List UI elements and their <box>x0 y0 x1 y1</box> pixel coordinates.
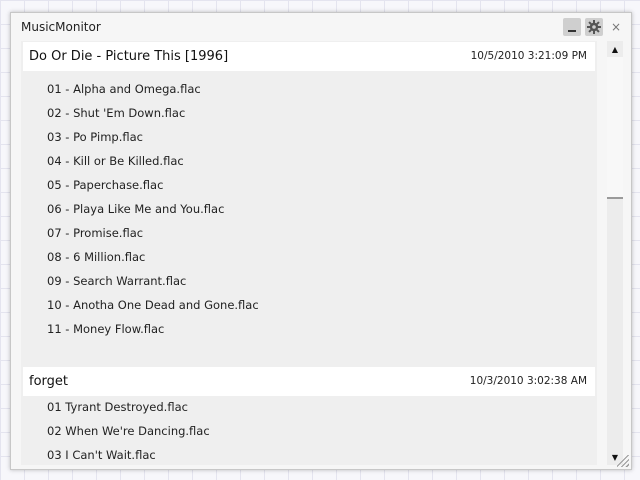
close-icon: × <box>610 20 622 34</box>
vertical-scrollbar[interactable]: ▲ ▼ <box>607 41 623 465</box>
track-item[interactable]: 09 - Search Warrant.flac <box>47 274 186 288</box>
track-item[interactable]: 02 When We're Dancing.flac <box>47 424 210 438</box>
track-item[interactable]: 05 - Paperchase.flac <box>47 178 163 192</box>
album-title: Do Or Die - Picture This [1996] <box>29 49 229 64</box>
track-item[interactable]: 03 I Can't Wait.flac <box>47 448 156 462</box>
album-header[interactable]: Do Or Die - Picture This [1996] 10/5/201… <box>23 42 595 71</box>
close-button[interactable]: × <box>607 18 625 36</box>
resize-grip-icon[interactable] <box>617 455 629 467</box>
track-item[interactable]: 11 - Money Flow.flac <box>47 322 164 336</box>
track-item[interactable]: 10 - Anotha One Dead and Gone.flac <box>47 298 259 312</box>
album-date: 10/5/2010 3:21:09 PM <box>470 50 587 62</box>
minimize-button[interactable] <box>563 18 581 36</box>
track-item[interactable]: 01 Tyrant Destroyed.flac <box>47 400 188 414</box>
album-header[interactable]: forget 10/3/2010 3:02:38 AM <box>23 367 595 396</box>
settings-button[interactable] <box>585 18 603 36</box>
track-item[interactable]: 07 - Promise.flac <box>47 226 143 240</box>
track-item[interactable]: 02 - Shut 'Em Down.flac <box>47 106 185 120</box>
track-item[interactable]: 08 - 6 Million.flac <box>47 250 145 264</box>
arrow-up-icon: ▲ <box>611 44 619 54</box>
track-item[interactable]: 01 - Alpha and Omega.flac <box>47 82 201 96</box>
gear-icon <box>587 20 601 34</box>
track-item[interactable]: 06 - Playa Like Me and You.flac <box>47 202 224 216</box>
title-bar[interactable]: MusicMonitor × <box>11 13 631 41</box>
album-date: 10/3/2010 3:02:38 AM <box>469 375 587 387</box>
track-item[interactable]: 04 - Kill or Be Killed.flac <box>47 154 184 168</box>
music-monitor-window: MusicMonitor × Do Or Die - Picture This … <box>10 12 632 470</box>
window-title: MusicMonitor <box>21 20 101 34</box>
minimize-icon <box>568 30 576 32</box>
track-item[interactable]: 03 - Po Pimp.flac <box>47 130 143 144</box>
scroll-up-button[interactable]: ▲ <box>607 41 623 57</box>
album-list[interactable]: Do Or Die - Picture This [1996] 10/5/201… <box>21 41 597 465</box>
album-title: forget <box>29 374 68 389</box>
scrollbar-thumb[interactable] <box>607 57 623 199</box>
